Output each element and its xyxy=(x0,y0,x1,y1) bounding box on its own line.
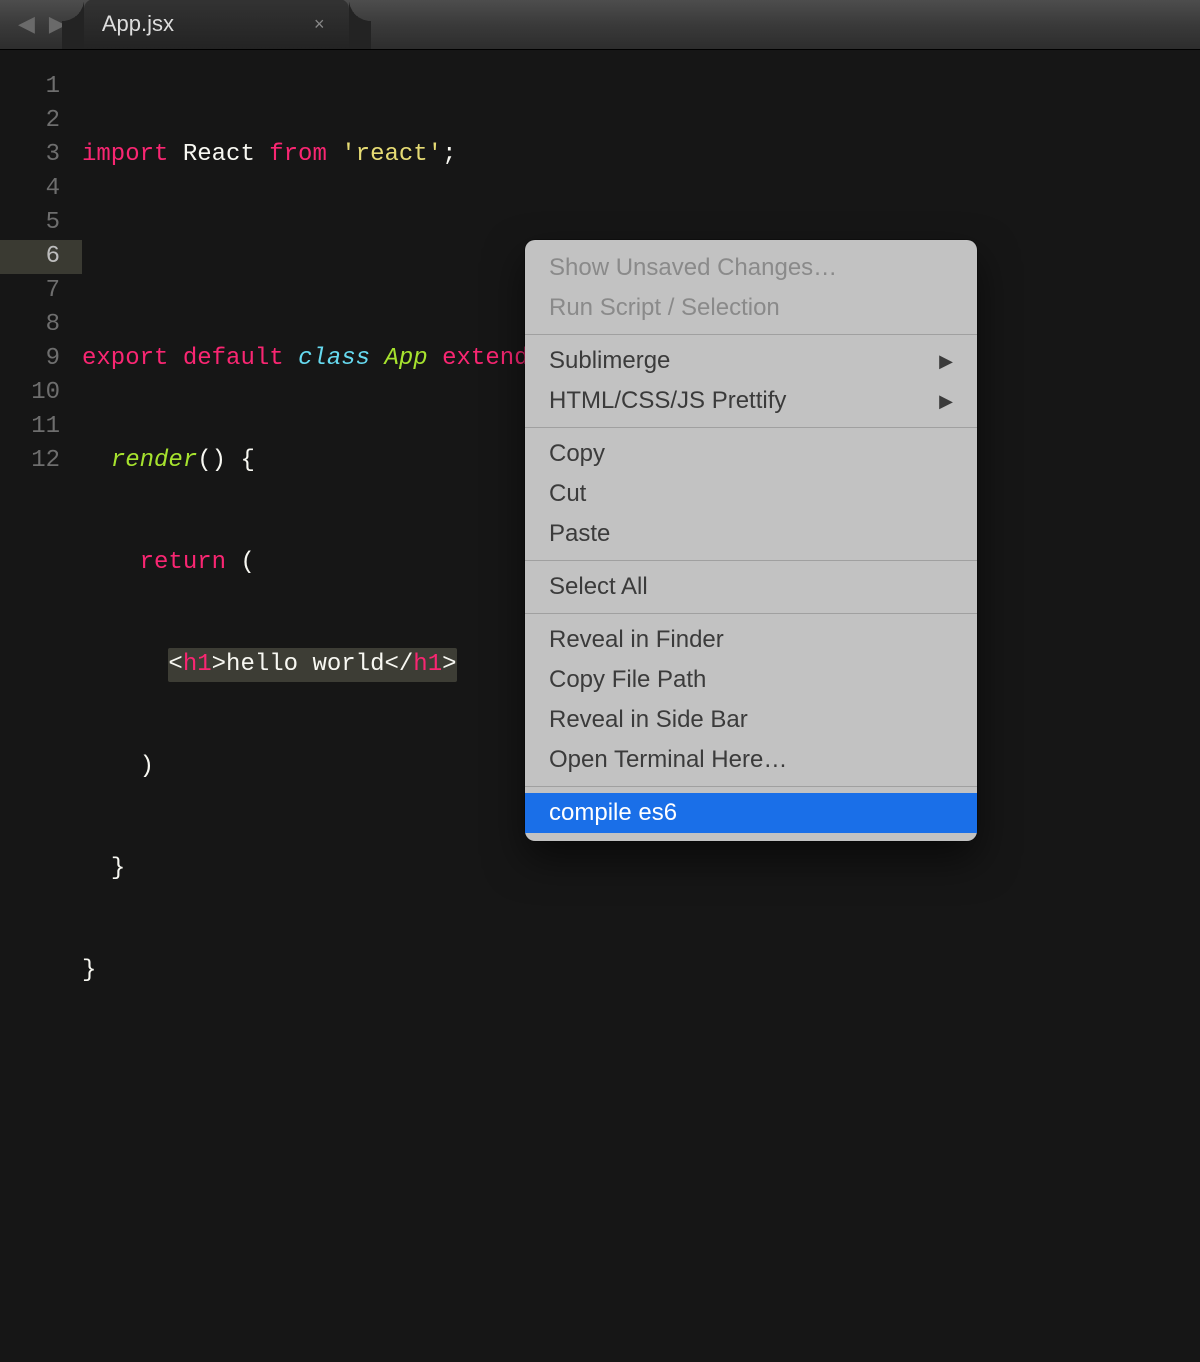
submenu-icon: ▶ xyxy=(939,391,953,412)
line-number: 9 xyxy=(0,342,82,376)
line-number: 11 xyxy=(0,410,82,444)
line-number: 6 xyxy=(0,240,82,274)
menu-label: HTML/CSS/JS Prettify xyxy=(549,387,786,415)
token: React xyxy=(183,138,255,172)
menu-copy-file-path[interactable]: Copy File Path xyxy=(525,660,977,700)
code-line xyxy=(82,1056,802,1090)
token: class xyxy=(298,342,370,376)
token: export xyxy=(82,342,168,376)
menu-copy[interactable]: Copy xyxy=(525,434,977,474)
line-number: 5 xyxy=(0,206,82,240)
tab-app-jsx[interactable]: App.jsx × xyxy=(84,0,349,49)
line-number: 8 xyxy=(0,308,82,342)
menu-divider xyxy=(525,334,977,335)
code-line: } xyxy=(82,852,802,886)
line-number: 1 xyxy=(0,70,82,104)
token xyxy=(82,546,140,580)
menu-label: compile es6 xyxy=(549,799,677,827)
token: ) xyxy=(140,750,154,784)
menu-label: Sublimerge xyxy=(549,347,670,375)
line-number: 2 xyxy=(0,104,82,138)
token: import xyxy=(82,138,168,172)
token: App xyxy=(384,342,427,376)
line-number: 3 xyxy=(0,138,82,172)
token: h1 xyxy=(183,651,212,678)
menu-run-script: Run Script / Selection xyxy=(525,288,977,328)
menu-label: Show Unsaved Changes… xyxy=(549,254,837,282)
menu-label: Paste xyxy=(549,520,610,548)
menu-select-all[interactable]: Select All xyxy=(525,567,977,607)
token: </ xyxy=(384,651,413,678)
token: ( xyxy=(226,546,255,580)
token: from xyxy=(269,138,327,172)
close-icon[interactable]: × xyxy=(314,14,325,35)
nav-back-icon[interactable]: ◀ xyxy=(18,12,35,38)
line-number: 4 xyxy=(0,172,82,206)
menu-divider xyxy=(525,427,977,428)
token: hello world xyxy=(226,651,384,678)
token: } xyxy=(82,954,96,988)
tab-bar: App.jsx × xyxy=(84,0,349,49)
menu-label: Reveal in Finder xyxy=(549,626,724,654)
token xyxy=(82,444,111,478)
token: () xyxy=(197,444,226,478)
toolbar: ◀ ▶ App.jsx × xyxy=(0,0,1200,50)
token: return xyxy=(140,546,226,580)
code-line xyxy=(82,1260,802,1294)
menu-reveal-sidebar[interactable]: Reveal in Side Bar xyxy=(525,700,977,740)
code-line: } xyxy=(82,954,802,988)
token xyxy=(82,852,111,886)
menu-prettify[interactable]: HTML/CSS/JS Prettify ▶ xyxy=(525,381,977,421)
line-number: 12 xyxy=(0,444,82,478)
token: < xyxy=(168,651,182,678)
token: { xyxy=(226,444,255,478)
token: ; xyxy=(442,138,456,172)
menu-label: Select All xyxy=(549,573,648,601)
token: render xyxy=(111,444,197,478)
line-gutter: 1 2 3 4 5 6 7 8 9 10 11 12 xyxy=(0,50,82,996)
menu-reveal-finder[interactable]: Reveal in Finder xyxy=(525,620,977,660)
tab-title: App.jsx xyxy=(102,11,174,37)
menu-label: Reveal in Side Bar xyxy=(549,706,748,734)
token: } xyxy=(111,852,125,886)
menu-open-terminal[interactable]: Open Terminal Here… xyxy=(525,740,977,780)
menu-sublimerge[interactable]: Sublimerge ▶ xyxy=(525,341,977,381)
menu-label: Copy xyxy=(549,440,605,468)
line-number: 7 xyxy=(0,274,82,308)
token xyxy=(82,648,168,682)
menu-divider xyxy=(525,560,977,561)
token: 'react' xyxy=(341,138,442,172)
menu-label: Cut xyxy=(549,480,586,508)
line-number: 10 xyxy=(0,376,82,410)
token: default xyxy=(183,342,284,376)
code-line: import React from 'react'; xyxy=(82,138,802,172)
menu-paste[interactable]: Paste xyxy=(525,514,977,554)
menu-label: Open Terminal Here… xyxy=(549,746,787,774)
submenu-icon: ▶ xyxy=(939,351,953,372)
token: > xyxy=(212,651,226,678)
token: > xyxy=(442,651,456,678)
menu-label: Run Script / Selection xyxy=(549,294,780,322)
menu-show-unsaved: Show Unsaved Changes… xyxy=(525,248,977,288)
token xyxy=(82,750,140,784)
menu-divider xyxy=(525,786,977,787)
menu-label: Copy File Path xyxy=(549,666,706,694)
context-menu: Show Unsaved Changes… Run Script / Selec… xyxy=(525,240,977,841)
menu-divider xyxy=(525,613,977,614)
code-line xyxy=(82,1158,802,1192)
menu-cut[interactable]: Cut xyxy=(525,474,977,514)
menu-compile-es6[interactable]: compile es6 xyxy=(525,793,977,833)
token: h1 xyxy=(413,651,442,678)
